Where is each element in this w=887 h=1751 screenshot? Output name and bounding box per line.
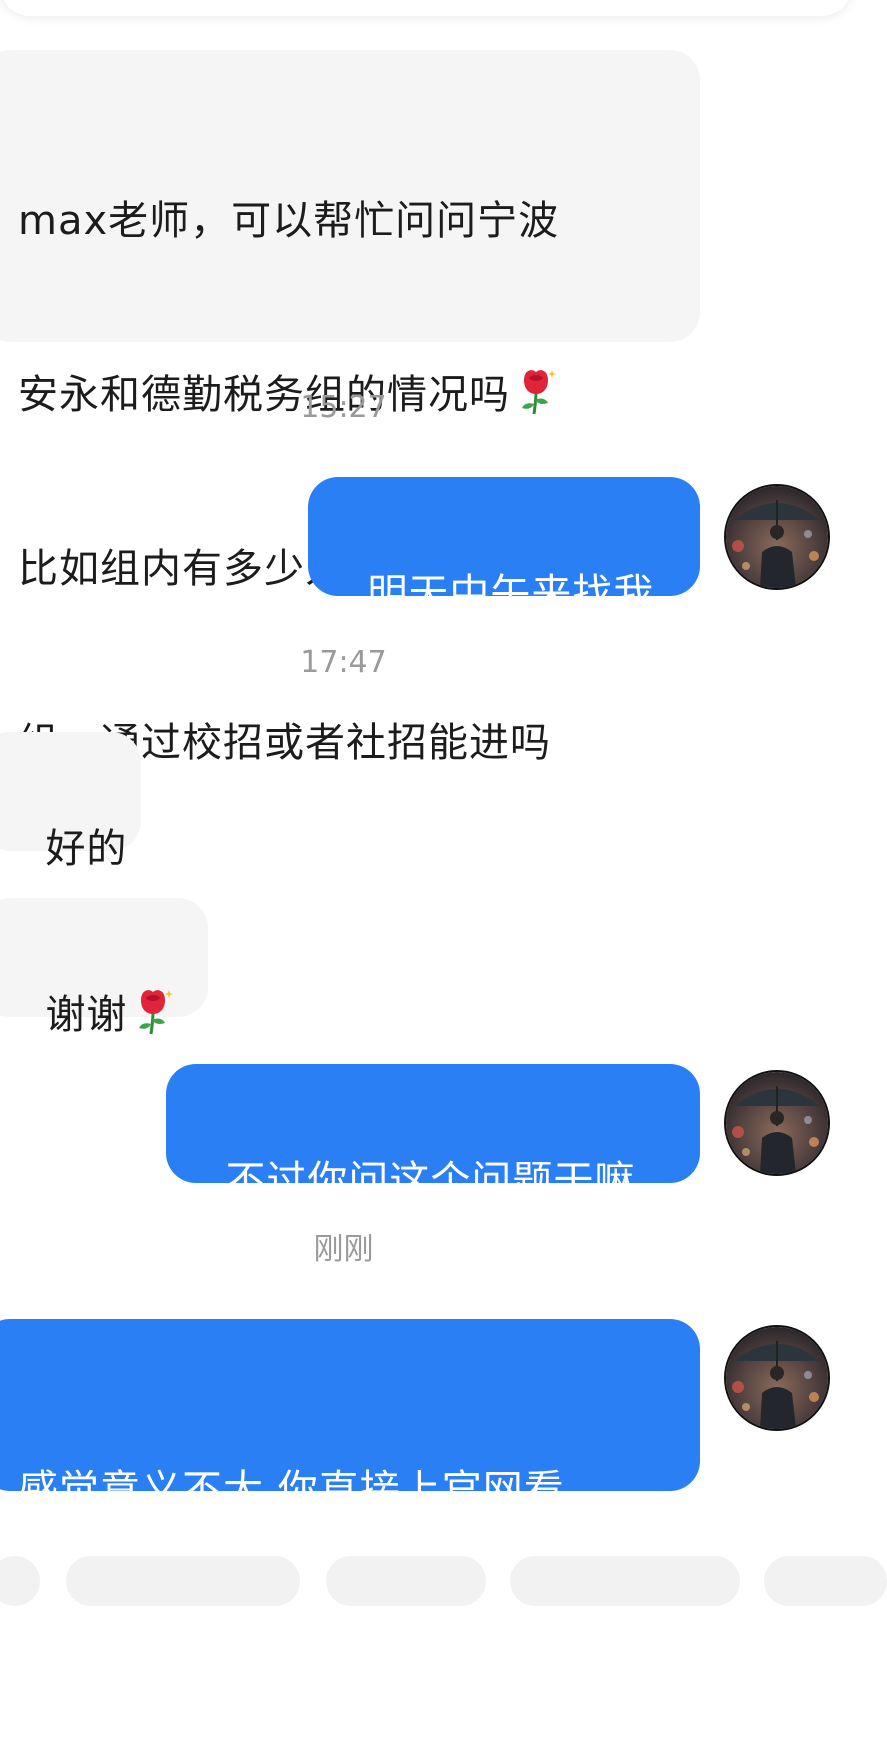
incoming-message[interactable]: 好的 (0, 732, 141, 872)
message-text: 好的 (45, 826, 128, 872)
quick-reply-chip[interactable] (510, 1556, 740, 1606)
outgoing-message[interactable]: 不过你问这个问题干嘛 (166, 1064, 700, 1204)
previous-card (0, 0, 852, 16)
avatar[interactable] (724, 1325, 830, 1431)
timestamp: 17:47 (300, 645, 387, 680)
incoming-message[interactable]: 谢谢 (0, 898, 208, 1038)
message-text: 谢谢 (45, 992, 128, 1038)
quick-reply-chip[interactable] (0, 1556, 40, 1606)
incoming-message[interactable]: max老师，可以帮忙问问宁波 安永和德勤税务组的情况吗 比如组内有多少人，有没有… (0, 50, 700, 766)
timestamp: 刚刚 (313, 1232, 374, 1267)
avatar[interactable] (724, 1070, 830, 1176)
message-line: 感觉意义不大 你直接上官网看 (18, 1467, 565, 1513)
message-text: 明天中午来找我 (367, 571, 655, 617)
avatar-image (726, 486, 828, 588)
avatar-image (726, 1072, 828, 1174)
quick-reply-chip[interactable] (764, 1556, 887, 1606)
quick-reply-chip[interactable] (66, 1556, 300, 1606)
quick-reply-bar (0, 1556, 887, 1606)
avatar[interactable] (724, 484, 830, 590)
outgoing-message[interactable]: 明天中午来找我 (308, 477, 700, 617)
message-text: 不过你问这个问题干嘛 (225, 1158, 636, 1204)
rose-emoji-icon (139, 990, 174, 1035)
quick-reply-chip[interactable] (326, 1556, 486, 1606)
message-line: 有木有招聘不就好了 (18, 1641, 387, 1687)
avatar-image (726, 1327, 828, 1429)
message-line: max老师，可以帮忙问问宁波 (18, 198, 560, 244)
timestamp: 15:27 (300, 390, 387, 425)
outgoing-message[interactable]: 感觉意义不大 你直接上官网看 有木有招聘不就好了 (0, 1319, 700, 1687)
